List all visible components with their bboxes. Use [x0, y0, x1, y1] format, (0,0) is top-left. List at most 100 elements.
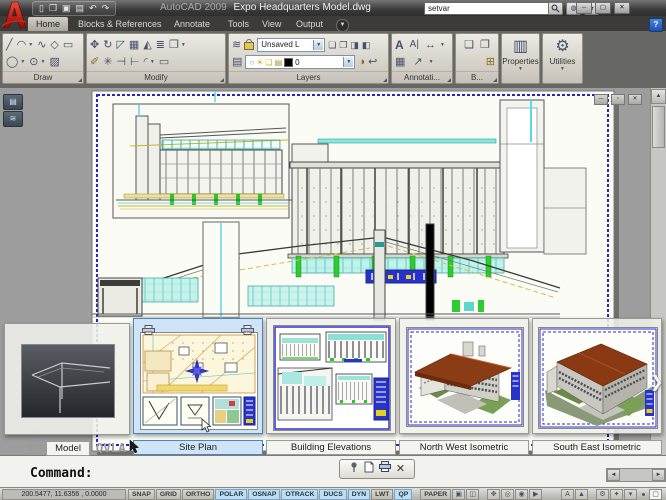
circle-icon[interactable]: ◯	[6, 55, 18, 69]
layer-freeze-icon[interactable]: ◨	[350, 38, 359, 52]
scroll-up-icon[interactable]: ▲	[651, 89, 666, 104]
layer-isolate-icon[interactable]: ❏	[328, 38, 336, 52]
showmotion-icon[interactable]: ▶	[529, 489, 542, 500]
quickview-layouts-icon[interactable]: ▣	[452, 489, 465, 500]
paper-space-button[interactable]: PAPER	[420, 489, 451, 500]
new-layout-icon[interactable]	[364, 461, 374, 478]
properties-button[interactable]: ▥ Properties ▼	[502, 37, 539, 72]
layer-properties-icon[interactable]: ≋	[232, 38, 241, 52]
annotation-autoscale-icon[interactable]: ▲	[575, 489, 588, 500]
dimension-icon[interactable]: ↔	[425, 38, 436, 52]
ribbon-minimize-button[interactable]: ▼	[336, 19, 349, 32]
multileader-icon[interactable]: ↗	[413, 55, 422, 69]
mtext-icon[interactable]: A	[395, 38, 404, 52]
chevron-down-icon[interactable]: ▼	[343, 57, 353, 67]
palette-tool-icon[interactable]: ≋	[3, 111, 23, 127]
layer-plot-state-icon[interactable]: ▤	[275, 58, 283, 67]
erase-icon[interactable]: ✐	[90, 55, 99, 69]
modify-launcher-icon[interactable]	[220, 78, 224, 82]
layer-lock-icon[interactable]	[244, 42, 254, 50]
circle-dropdown-icon[interactable]: ▼	[20, 59, 25, 65]
quickview-card-model[interactable]	[4, 323, 130, 435]
polyline-icon[interactable]: ∿	[37, 38, 46, 52]
open-file-button[interactable]: ❒	[49, 3, 57, 14]
tab-tools[interactable]: Tools	[220, 17, 257, 31]
scroll-left-icon[interactable]: ◄	[607, 469, 620, 481]
drawing-restore-button[interactable]: ▫	[611, 94, 625, 105]
fillet-icon[interactable]: ◜	[144, 55, 148, 69]
quickview-label-site-plan[interactable]: Site Plan	[133, 440, 263, 455]
quickview-label-south-east-isometric[interactable]: South East Isometric	[532, 440, 662, 455]
annotation-visibility-icon[interactable]: A	[561, 489, 574, 500]
arc-icon[interactable]: ◠	[17, 38, 27, 52]
zoom-icon[interactable]: ◎	[501, 489, 514, 500]
command-prompt[interactable]: Command:	[30, 466, 93, 481]
layer-combo[interactable]: ○ ☀ ❏ ▤ 0 ▼	[245, 55, 355, 69]
draw-launcher-icon[interactable]	[78, 78, 82, 82]
move-icon[interactable]: ✥	[90, 38, 99, 52]
dashboard-tool-icon[interactable]: ▤	[3, 94, 23, 110]
ellipse-dropdown-icon[interactable]: ▼	[40, 59, 45, 65]
toolbar-lock-icon[interactable]: ✦	[610, 489, 623, 500]
layers-launcher-icon[interactable]	[383, 78, 387, 82]
fillet-dropdown-icon[interactable]: ▼	[150, 59, 155, 65]
toggle-snap[interactable]: SNAP	[128, 489, 155, 500]
annotation-launcher-icon[interactable]	[447, 78, 451, 82]
plot-layout-icon[interactable]	[142, 322, 155, 340]
match-layer-icon[interactable]: ◑	[358, 55, 365, 69]
rotate-icon[interactable]: ↻	[103, 38, 112, 52]
quickview-label-north-west-isometric[interactable]: North West Isometric	[399, 440, 529, 455]
mirror-icon[interactable]: ◭	[143, 38, 151, 52]
toggle-grid[interactable]: GRID	[156, 489, 181, 500]
autocad-logo-icon[interactable]	[1, 0, 27, 30]
tab-output[interactable]: Output	[288, 17, 331, 31]
pin-icon[interactable]	[349, 461, 359, 478]
line-icon[interactable]: ╱	[6, 38, 13, 52]
plot-button[interactable]: ▤	[76, 3, 85, 14]
layer-thaw-sun-icon[interactable]: ☀	[256, 58, 263, 67]
publish-icon[interactable]	[379, 461, 391, 477]
offset-icon[interactable]: ≣	[156, 38, 165, 52]
layer-unlock-icon[interactable]: ❏	[265, 58, 272, 67]
drawing-close-button[interactable]: ✕	[628, 94, 642, 105]
chevron-down-icon[interactable]: ▼	[313, 40, 323, 50]
hatch-icon[interactable]: ▨	[49, 55, 59, 69]
trim-icon[interactable]: ⊣	[116, 55, 126, 69]
utilities-button[interactable]: ⚙ Utilities ▼	[543, 37, 582, 72]
toggle-polar[interactable]: POLAR	[215, 489, 247, 500]
layer-unisolate-icon[interactable]: ❐	[339, 38, 347, 52]
quickview-label-building-elevations[interactable]: Building Elevations	[266, 440, 396, 455]
toggle-ducs[interactable]: DUCS	[319, 489, 346, 500]
ellipse-icon[interactable]: ⊙	[29, 55, 38, 69]
tab-home[interactable]: Home	[28, 17, 68, 31]
maximize-button[interactable]: ▢	[595, 2, 611, 14]
join-icon[interactable]: ▭	[159, 55, 169, 69]
text-style-icon[interactable]: A|	[410, 38, 419, 52]
tab-view[interactable]: View	[254, 17, 289, 31]
quickview-card-north-west-isometric[interactable]	[399, 318, 529, 434]
scroll-right-icon[interactable]: ►	[652, 469, 665, 481]
scale-icon[interactable]: ◸	[116, 38, 124, 52]
toggle-osnap[interactable]: OSNAP	[248, 489, 280, 500]
layer-off-icon[interactable]: ◧	[362, 38, 371, 52]
scrollbar-thumb[interactable]	[652, 106, 665, 148]
extend-icon[interactable]: ⊢	[130, 55, 140, 69]
minimize-button[interactable]: ─	[576, 2, 592, 14]
new-file-button[interactable]: ▯	[39, 3, 44, 14]
close-button[interactable]: ✕	[614, 2, 630, 14]
save-button[interactable]: ▣	[62, 3, 71, 14]
close-quickview-icon[interactable]: ✕	[396, 462, 405, 476]
quickview-label-model[interactable]: Model	[46, 441, 90, 456]
copy-icon[interactable]: ❐	[169, 38, 179, 52]
toggle-qp[interactable]: QP	[394, 489, 412, 500]
command-window[interactable]: Command:	[0, 455, 666, 487]
array-icon[interactable]: ▦	[129, 38, 139, 52]
copy-dropdown-icon[interactable]: ▼	[181, 42, 186, 48]
block-launcher-icon[interactable]	[493, 78, 497, 82]
steering-wheel-icon[interactable]: ◉	[515, 489, 528, 500]
status-menu-arrow-icon[interactable]: ▾	[624, 489, 637, 500]
workspace-switch-icon[interactable]: ⚙	[596, 489, 609, 500]
horizontal-scrollbar[interactable]: ◄ ►	[606, 468, 666, 482]
table-icon[interactable]: ▦	[395, 55, 405, 69]
redo-button[interactable]: ↷	[102, 3, 110, 14]
